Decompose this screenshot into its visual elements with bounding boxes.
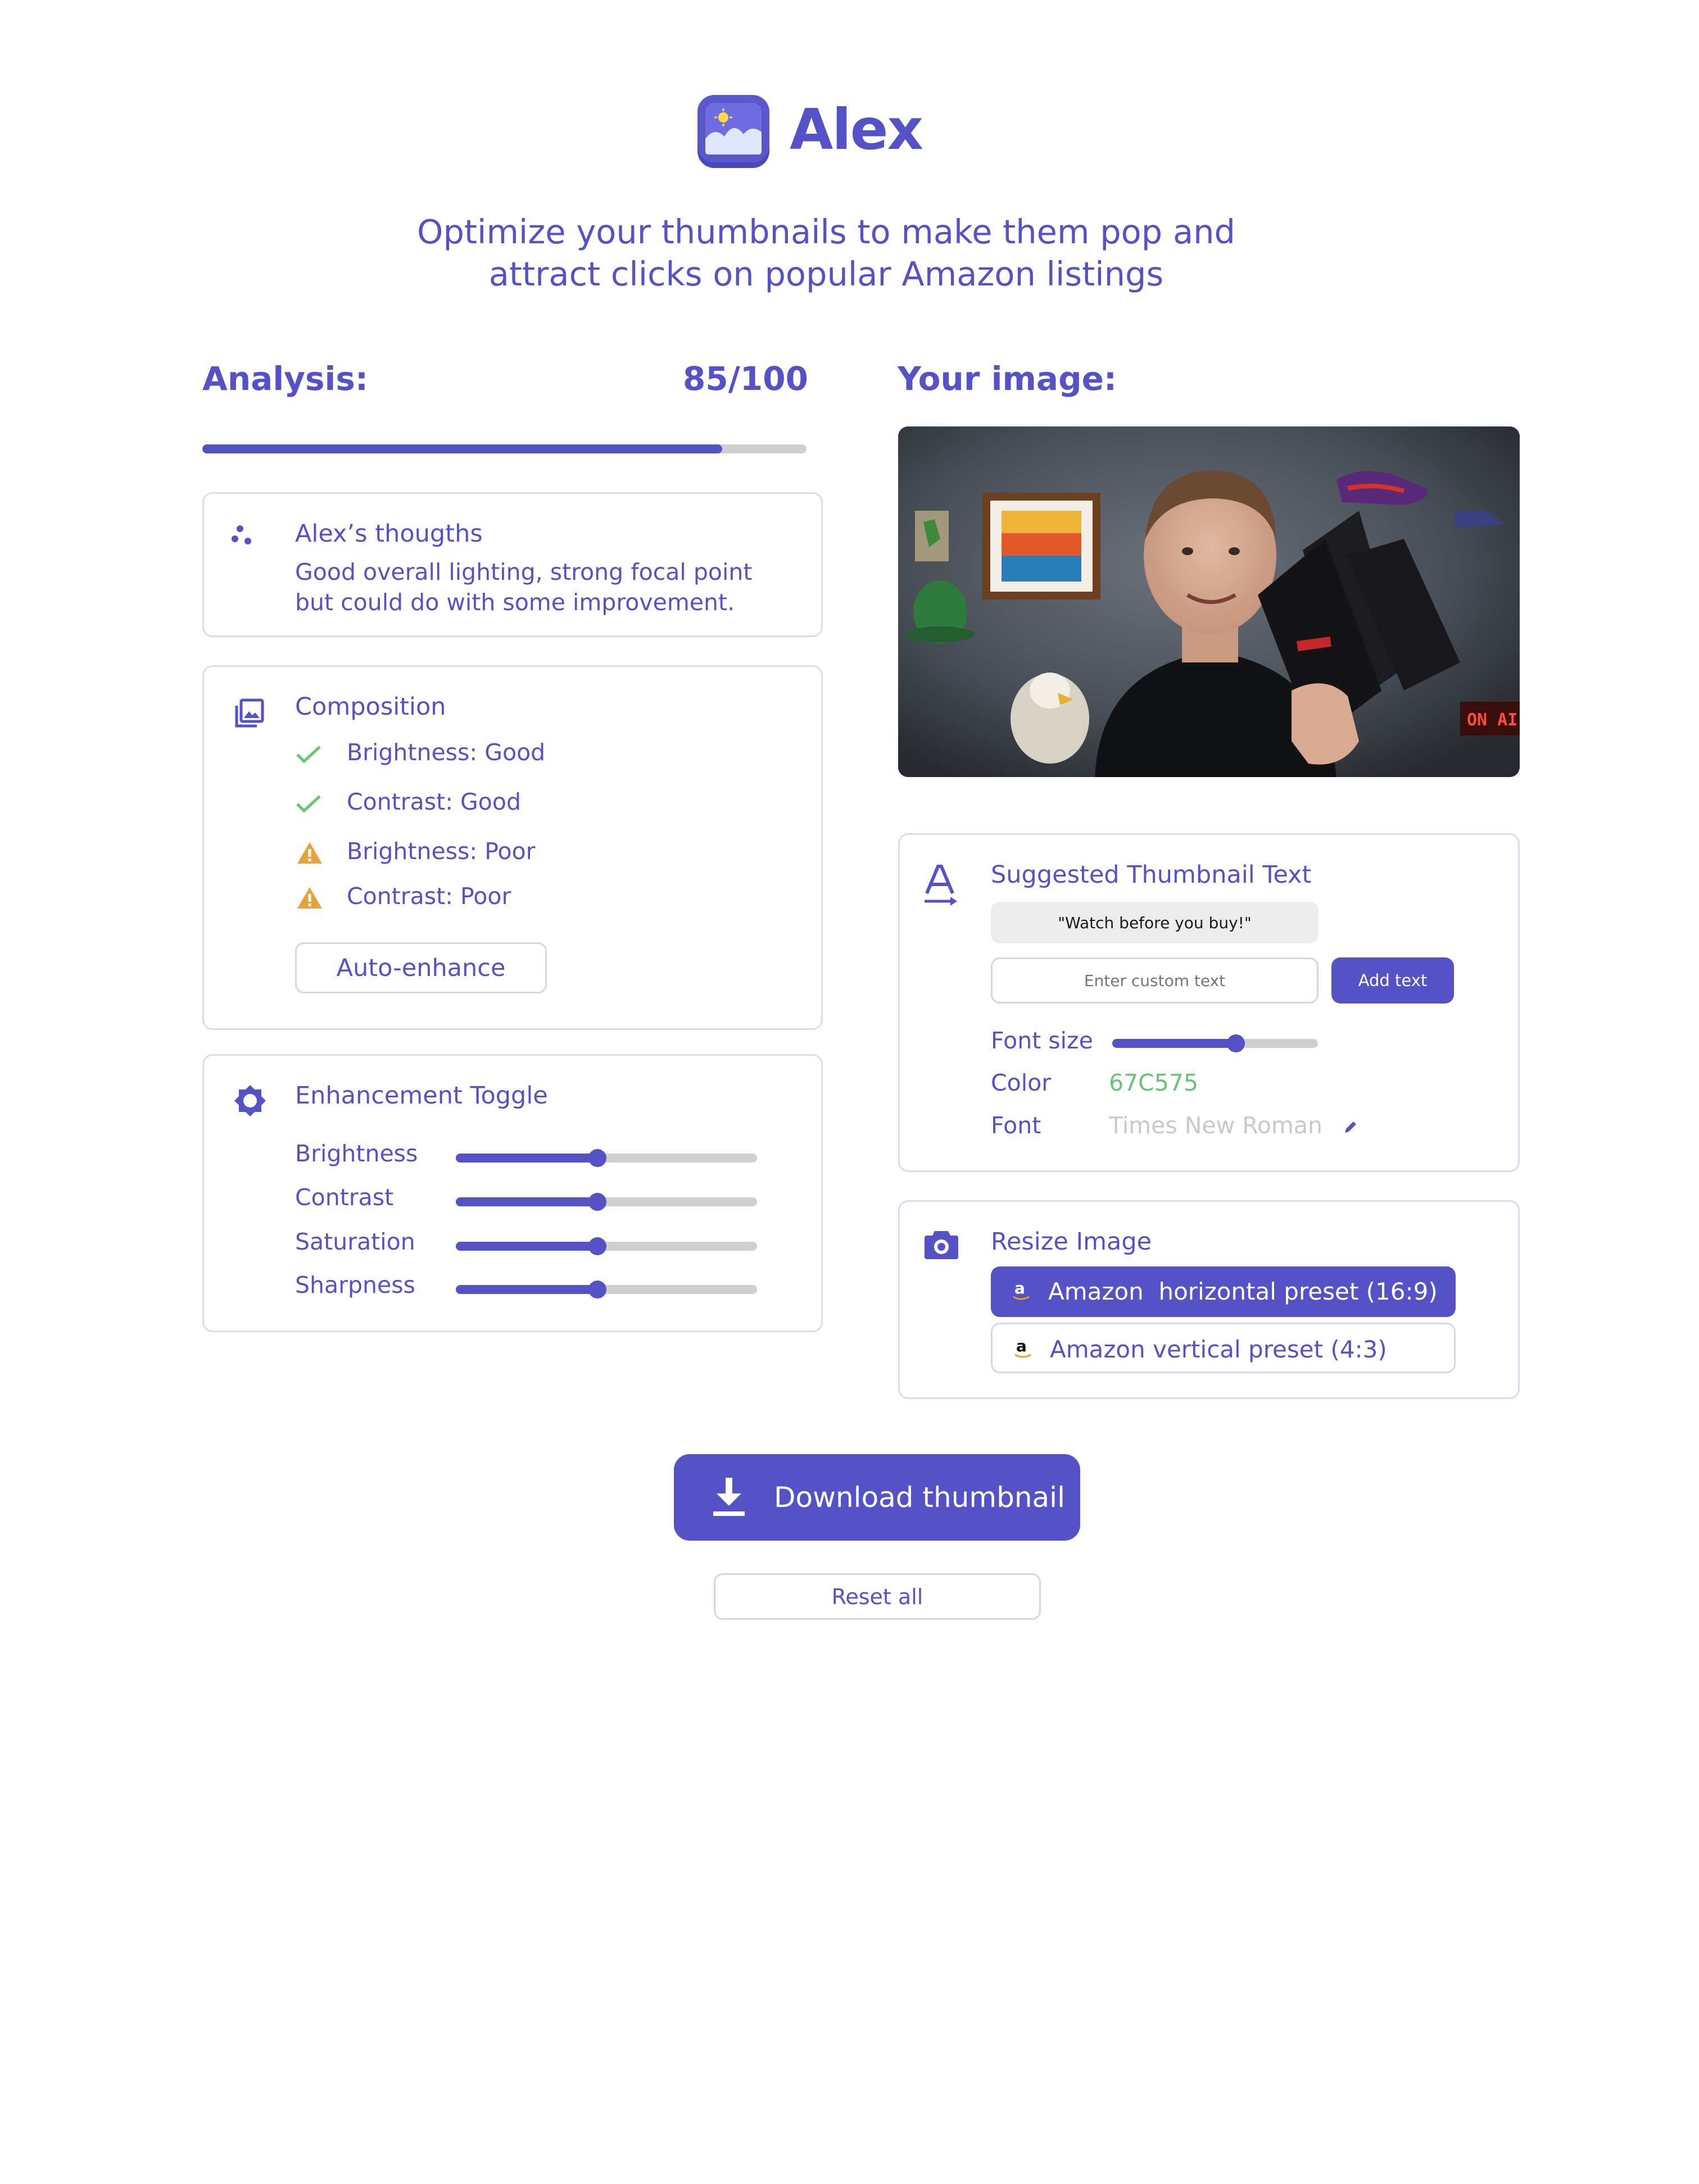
camera-icon [925,1231,958,1259]
composition-item-label: Brightness: Poor [347,838,536,865]
tagline-line-2: attract clicks on popular Amazon listing… [488,255,1164,293]
preset-horizontal-button[interactable]: a Amazon horizontal preset (16:9) [991,1266,1456,1317]
download-icon [713,1478,745,1516]
composition-item: Contrast: Poor [295,880,688,914]
enhancement-slider-knob[interactable] [588,1149,606,1167]
text-a-icon [925,865,957,906]
analysis-progress-bar [202,444,807,453]
composition-item: Contrast: Good [295,786,688,820]
thoughts-card: Alex’s thougths Good overall lighting, s… [202,492,823,637]
color-label: Color [991,1069,1052,1096]
app-logo [695,93,773,170]
enhancement-card: Enhancement Toggle Brightness Contrast Sat… [202,1054,823,1332]
uploaded-photo: ON AI [898,426,1520,777]
suggested-text-chip[interactable]: "Watch before you buy!" [991,902,1319,943]
dots-icon [232,525,251,544]
enhancement-slider[interactable] [456,1281,757,1298]
composition-title: Composition [295,693,446,721]
analysis-score: 85/100 [683,360,808,398]
add-text-button[interactable]: Add text [1331,957,1454,1004]
download-thumbnail-label: Download thumbnail [774,1481,1065,1514]
composition-item-label: Contrast: Good [347,788,522,815]
enhancement-slider-label: Saturation [295,1228,415,1255]
thoughts-line-2: but could do with some improvement. [295,589,735,616]
color-value[interactable]: 67C575 [1109,1069,1198,1096]
thoughts-line-1: Good overall lighting, strong focal poin… [295,559,753,585]
photo-sign-text: ON AI [1467,710,1517,730]
composition-card: Composition Brightness: Good Contrast: Go… [202,665,823,1030]
enhancement-slider-row: Sharpness [295,1272,801,1305]
thumbnail-text-title: Suggested Thumbnail Text [991,861,1312,889]
reset-all-button[interactable]: Reset all [714,1573,1041,1620]
thumbnail-text-card: Suggested Thumbnail Text "Watch before y… [898,833,1520,1172]
enhancement-slider-label: Sharpness [295,1272,415,1298]
thoughts-title: Alex’s thougths [295,520,483,548]
preset-label: Amazon horizontal preset (16:9) [1048,1278,1438,1305]
preset-vertical-button[interactable]: a Amazon vertical preset (4:3) [991,1323,1456,1373]
analysis-progress-fill [202,444,722,453]
image-stack-icon [235,698,264,728]
check-icon [296,746,321,764]
enhancement-slider-row: Brightness [295,1140,801,1174]
preset-label: Amazon vertical preset (4:3) [1050,1336,1387,1363]
enhancement-slider-knob[interactable] [588,1237,606,1255]
composition-item-label: Contrast: Poor [347,883,511,910]
pencil-icon[interactable] [1343,1119,1358,1135]
enhancement-slider-label: Brightness [295,1140,418,1167]
font-size-slider-fill [1112,1039,1236,1048]
enhancement-slider-knob[interactable] [588,1281,606,1298]
enhancement-slider-row: Saturation [295,1228,801,1262]
sun-gear-icon [234,1085,266,1116]
composition-item: Brightness: Good [295,737,688,770]
enhancement-slider[interactable] [456,1237,757,1255]
svg-text:a: a [1014,1280,1025,1297]
composition-item: Brightness: Poor [295,836,688,869]
enhancement-title: Enhancement Toggle [295,1082,548,1110]
amazon-a-icon: a [1014,1338,1031,1358]
enhancement-slider[interactable] [456,1149,757,1167]
enhancement-slider-row: Contrast [295,1184,801,1218]
enhancement-slider-fill [456,1242,597,1251]
warning-icon [297,887,322,909]
enhancement-slider-fill [456,1154,597,1163]
uploaded-image: ON AI [898,426,1520,777]
amazon-a-icon: a [1013,1280,1030,1300]
warning-icon [297,842,322,864]
font-value[interactable]: Times New Roman [1109,1112,1322,1139]
font-size-slider[interactable] [1112,1034,1318,1052]
auto-enhance-button[interactable]: Auto-enhance [295,942,547,993]
svg-text:a: a [1016,1338,1027,1355]
check-icon [296,795,321,813]
tagline: Optimize your thumbnails to make them po… [0,211,1652,295]
your-image-label: Your image: [898,360,1117,398]
enhancement-slider-fill [456,1197,597,1206]
download-thumbnail-button[interactable]: Download thumbnail [674,1454,1080,1541]
font-label: Font [991,1112,1041,1139]
resize-card: Resize Image a Amazon horizontal preset (… [898,1200,1520,1399]
enhancement-slider-fill [456,1285,597,1294]
enhancement-slider[interactable] [456,1193,757,1211]
analysis-label: Analysis: [202,360,369,398]
resize-title: Resize Image [991,1228,1152,1256]
font-size-slider-knob[interactable] [1227,1034,1245,1052]
app-title: Alex [790,97,923,162]
composition-item-label: Brightness: Good [347,739,546,766]
tagline-line-1: Optimize your thumbnails to make them po… [417,212,1235,251]
font-size-label: Font size [991,1027,1093,1054]
custom-text-input[interactable] [991,957,1319,1004]
enhancement-slider-label: Contrast [295,1184,394,1211]
enhancement-slider-knob[interactable] [588,1193,606,1211]
mountain-photo-logo-icon [697,95,769,168]
